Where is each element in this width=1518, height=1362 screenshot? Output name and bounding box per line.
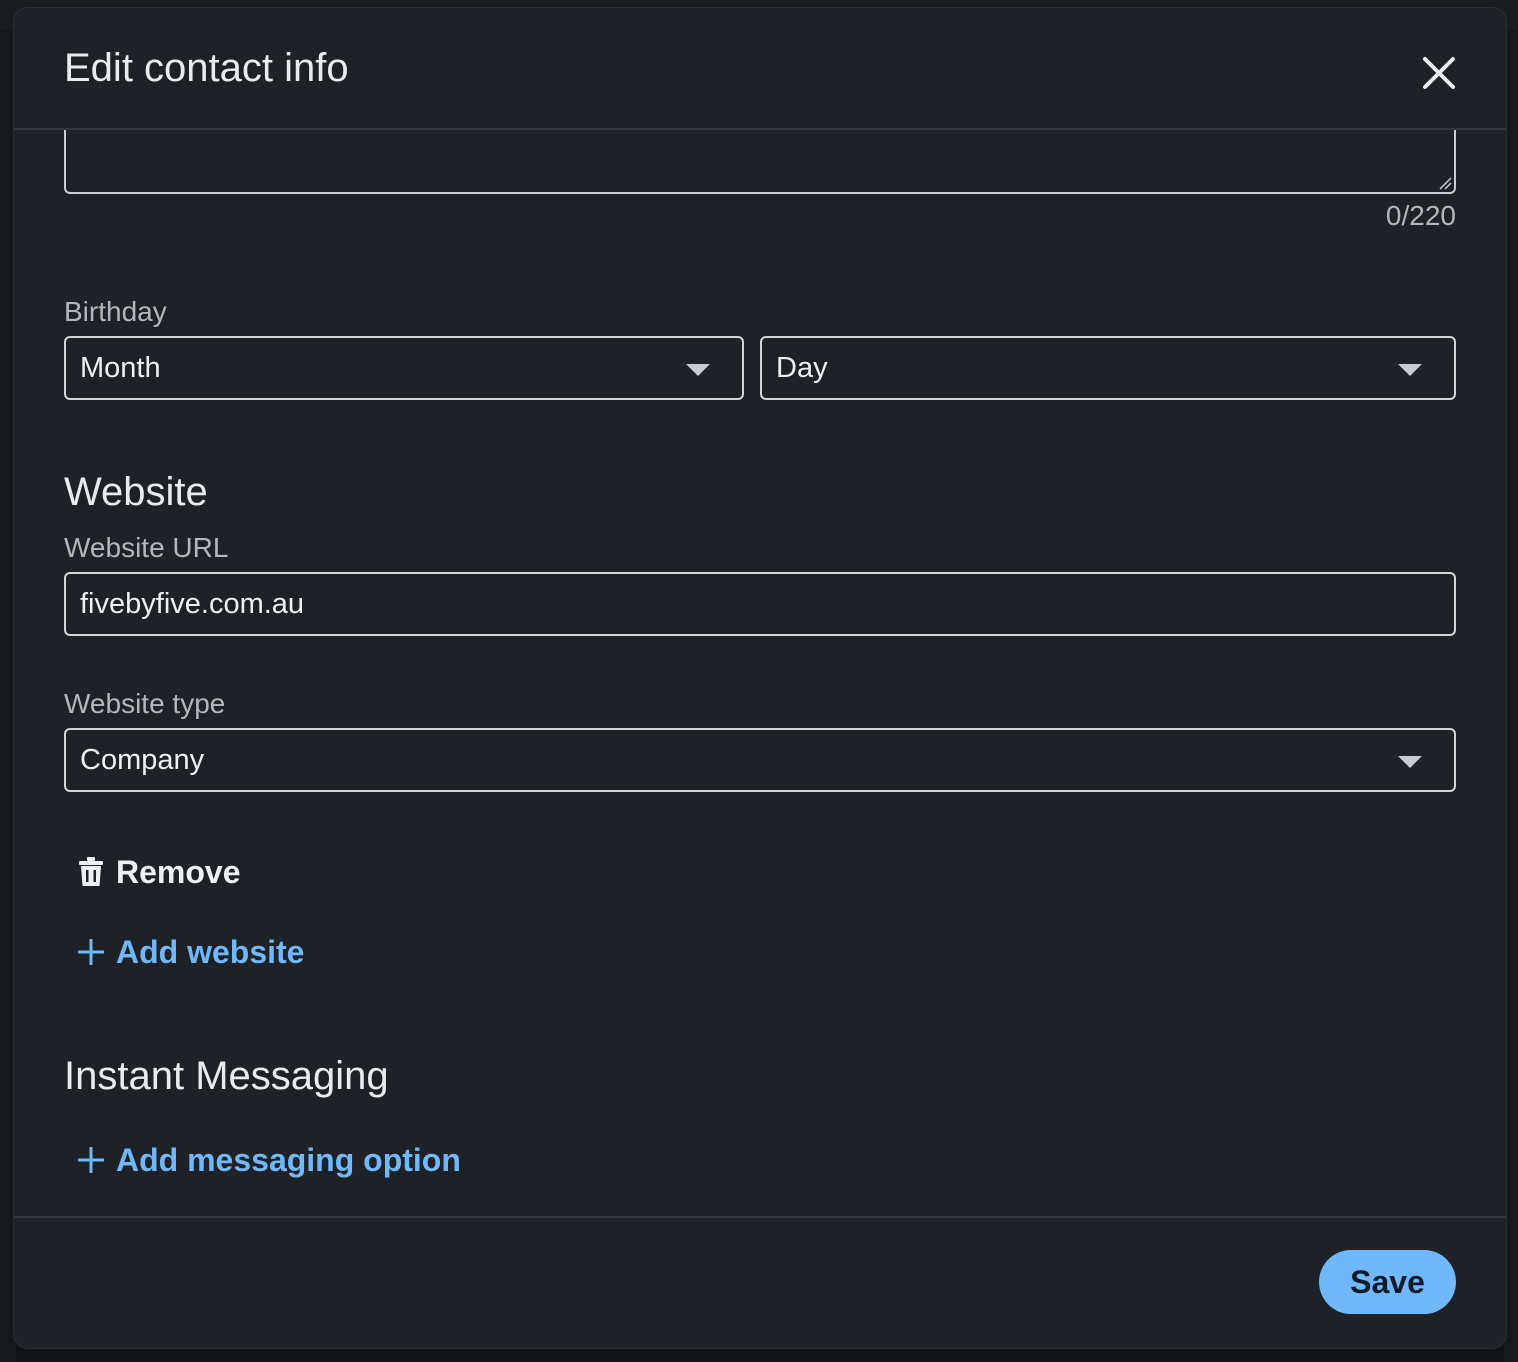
remove-website-button[interactable]: Remove — [78, 846, 241, 898]
website-url-value: fivebyfive.com.au — [80, 588, 305, 620]
website-url-input[interactable]: fivebyfive.com.au — [64, 572, 1456, 636]
trash-icon — [78, 857, 104, 887]
dialog-title: Edit contact info — [64, 46, 349, 90]
birthday-day-select[interactable]: Day — [760, 336, 1456, 400]
website-url-label: Website URL — [64, 532, 229, 563]
instant-messaging-section-title: Instant Messaging — [64, 1054, 389, 1098]
dialog-header: Edit contact info — [14, 8, 1506, 130]
character-count: 0/220 — [1385, 200, 1456, 231]
dialog-footer: Save — [14, 1216, 1506, 1348]
background-right-edge — [1504, 30, 1518, 1362]
birthday-month-select[interactable]: Month — [64, 336, 744, 400]
website-type-label: Website type — [64, 688, 226, 719]
save-button[interactable]: Save — [1319, 1250, 1456, 1314]
chevron-down-icon — [686, 364, 710, 376]
address-textarea[interactable] — [64, 130, 1456, 194]
edit-contact-info-dialog: Edit contact info 0/220 Birthday Month D… — [14, 8, 1506, 1348]
dialog-body: 0/220 Birthday Month Day Website Website… — [14, 130, 1506, 1216]
birthday-label: Birthday — [64, 296, 167, 327]
remove-website-label: Remove — [116, 853, 241, 890]
website-type-value: Company — [80, 744, 205, 776]
plus-icon — [78, 1147, 104, 1173]
chevron-down-icon — [1398, 756, 1422, 768]
chevron-down-icon — [1398, 364, 1422, 376]
add-messaging-option-label: Add messaging option — [116, 1141, 461, 1178]
resize-handle-icon[interactable] — [1438, 176, 1452, 190]
add-messaging-option-button[interactable]: Add messaging option — [78, 1134, 461, 1186]
close-icon — [1423, 57, 1455, 89]
plus-icon — [78, 939, 104, 965]
website-type-select[interactable]: Company — [64, 728, 1456, 792]
birthday-day-value: Day — [776, 352, 828, 384]
close-button[interactable] — [1414, 48, 1464, 98]
website-section-title: Website — [64, 470, 208, 514]
add-website-label: Add website — [116, 933, 305, 970]
birthday-month-value: Month — [80, 352, 161, 384]
add-website-button[interactable]: Add website — [78, 926, 304, 978]
